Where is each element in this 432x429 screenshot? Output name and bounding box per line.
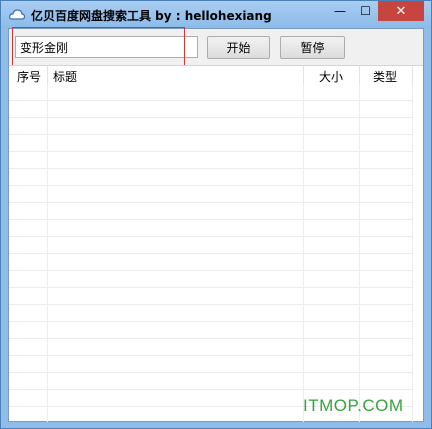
maximize-button[interactable]: ☐ <box>353 1 378 21</box>
client-area: 开始 暂停 序号 标题 大小 类型 ITMOP.COM <box>8 27 424 422</box>
watermark: ITMOP.COM <box>303 396 404 415</box>
column-header-size[interactable]: 大小 <box>319 68 343 85</box>
search-input[interactable] <box>15 36 198 58</box>
start-button[interactable]: 开始 <box>207 36 270 59</box>
minimize-icon: — <box>334 4 346 18</box>
cloud-icon <box>9 9 25 20</box>
column-divider[interactable] <box>303 66 304 84</box>
empty-rows <box>9 84 413 422</box>
results-list[interactable]: 序号 标题 大小 类型 <box>9 65 423 422</box>
minimize-button[interactable]: — <box>327 1 353 21</box>
grid-line <box>47 84 48 422</box>
maximize-icon: ☐ <box>360 4 371 18</box>
column-divider[interactable] <box>412 66 413 84</box>
grid-line <box>303 84 304 422</box>
grid-line <box>412 84 413 422</box>
column-header-index[interactable]: 序号 <box>17 68 41 85</box>
close-button[interactable]: ✕ <box>378 1 424 21</box>
title-bar[interactable]: 亿贝百度网盘搜索工具 by : hellohexiang — ☐ ✕ <box>1 1 431 28</box>
list-header: 序号 标题 大小 类型 <box>9 66 423 84</box>
column-header-type[interactable]: 类型 <box>373 68 397 85</box>
window-title: 亿贝百度网盘搜索工具 by : hellohexiang <box>31 9 272 23</box>
pause-button[interactable]: 暂停 <box>280 36 345 59</box>
close-icon: ✕ <box>395 3 407 19</box>
column-header-title[interactable]: 标题 <box>53 68 77 85</box>
app-window: 亿贝百度网盘搜索工具 by : hellohexiang — ☐ ✕ 开始 暂停… <box>0 0 432 429</box>
column-divider[interactable] <box>359 66 360 84</box>
grid-line <box>359 84 360 422</box>
column-divider[interactable] <box>47 66 48 84</box>
